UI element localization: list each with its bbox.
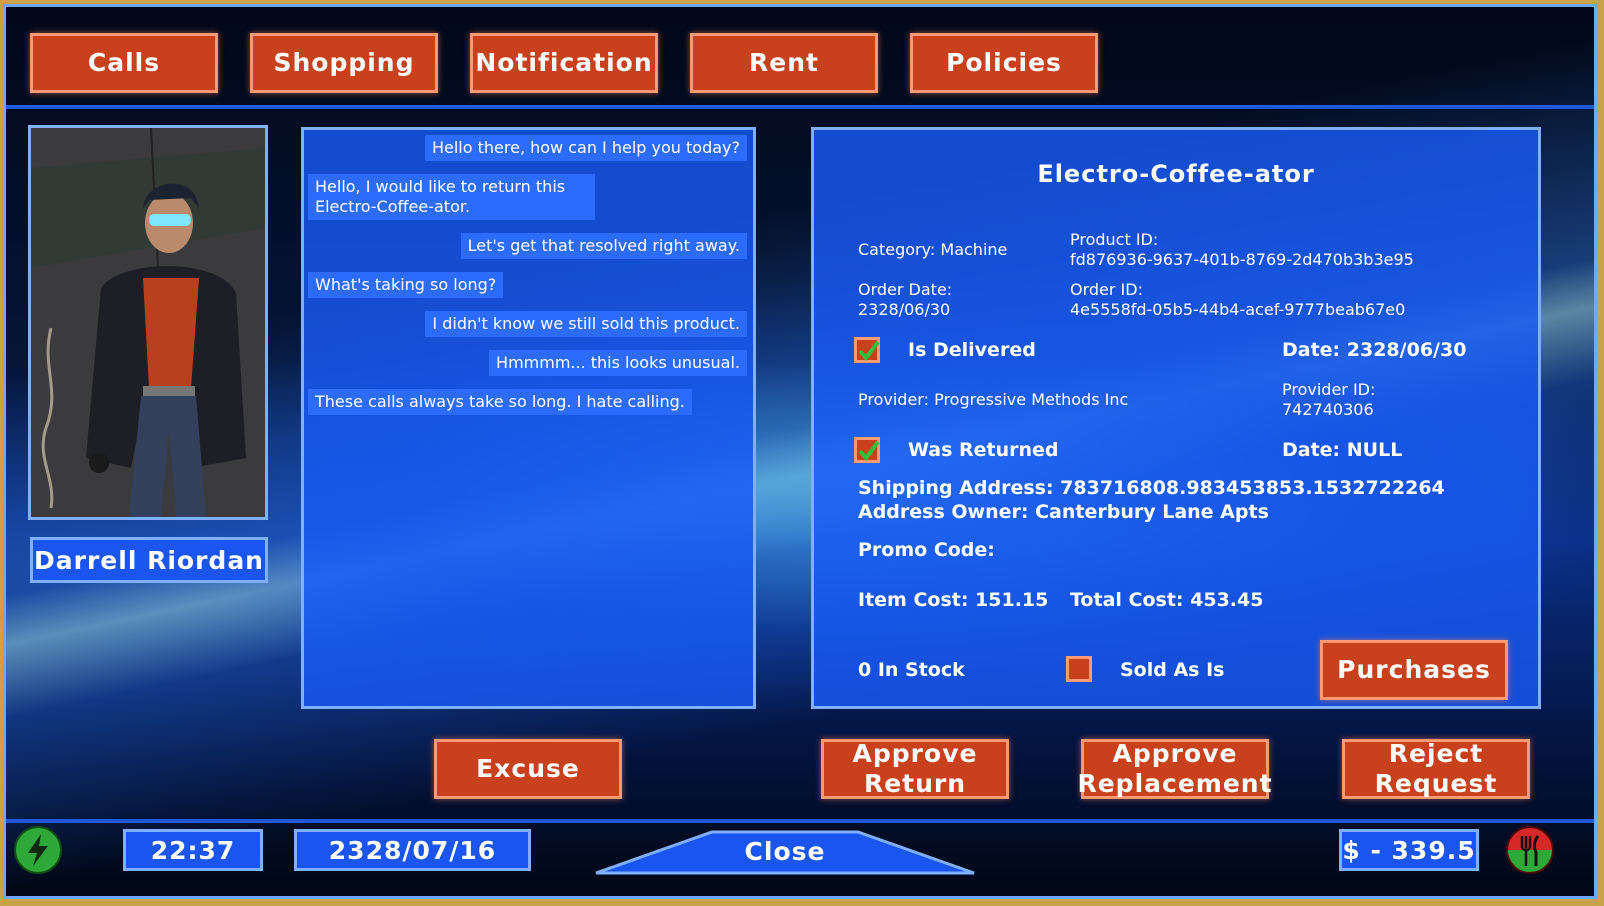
was-returned-label: Was Returned bbox=[908, 439, 1059, 461]
approve-return-button[interactable]: Approve Return bbox=[821, 739, 1009, 799]
approve-return-label: Approve Return bbox=[852, 739, 978, 798]
caller-portrait-illustration bbox=[31, 128, 265, 517]
promo-code: Promo Code: bbox=[858, 539, 995, 561]
lightning-icon bbox=[28, 834, 48, 866]
nav-shopping-button[interactable]: Shopping bbox=[250, 33, 438, 93]
approve-replacement-label: Approve Replacement bbox=[1077, 739, 1273, 798]
date-display: 2328/07/16 bbox=[294, 829, 531, 871]
check-icon bbox=[858, 440, 880, 462]
stock-count: 0 In Stock bbox=[858, 659, 965, 681]
clock-time: 22:37 bbox=[150, 835, 236, 865]
returned-date: Date: NULL bbox=[1282, 439, 1403, 461]
product-id: Product ID: fd876936-9637-401b-8769-2d47… bbox=[1070, 230, 1414, 269]
hunger-status[interactable] bbox=[1506, 826, 1554, 874]
excuse-label: Excuse bbox=[476, 754, 580, 783]
close-button[interactable]: Close bbox=[594, 829, 976, 875]
order-date: Order Date: 2328/06/30 bbox=[858, 280, 953, 319]
chat-message: Hmmmm... this looks unusual. bbox=[489, 350, 747, 376]
order-id: Order ID: 4e5558fd-05b5-44b4-acef-9777be… bbox=[1070, 280, 1406, 319]
reject-request-button[interactable]: Reject Request bbox=[1342, 739, 1530, 799]
clock-display: 22:37 bbox=[123, 829, 263, 871]
address-owner: Address Owner: Canterbury Lane Apts bbox=[858, 501, 1269, 523]
sold-as-is-checkbox[interactable] bbox=[1066, 656, 1092, 682]
total-cost: Total Cost: 453.45 bbox=[1070, 589, 1264, 611]
purchases-button[interactable]: Purchases bbox=[1320, 640, 1508, 700]
top-divider bbox=[6, 105, 1594, 109]
nav-label: Policies bbox=[946, 48, 1062, 77]
current-date: 2328/07/16 bbox=[328, 835, 497, 865]
nav-label: Calls bbox=[87, 48, 161, 77]
caller-name: Darrell Riordan bbox=[34, 545, 264, 575]
product-title: Electro-Coffee-ator bbox=[1037, 160, 1315, 188]
money-display: $ - 339.5 bbox=[1339, 829, 1479, 871]
sold-as-is-label: Sold As Is bbox=[1120, 659, 1225, 681]
nav-label: Shopping bbox=[273, 48, 415, 77]
is-delivered-label: Is Delivered bbox=[908, 339, 1036, 361]
chat-panel: Hello there, how can I help you today? H… bbox=[301, 127, 756, 709]
was-returned-checkbox[interactable] bbox=[854, 437, 880, 463]
chat-message: Hello there, how can I help you today? bbox=[424, 135, 747, 161]
caller-name-plate: Darrell Riordan bbox=[30, 537, 268, 583]
purchases-label: Purchases bbox=[1337, 655, 1491, 684]
chat-message: These calls always take so long. I hate … bbox=[308, 389, 692, 415]
chat-message: Let's get that resolved right away. bbox=[460, 233, 747, 259]
is-delivered-checkbox[interactable] bbox=[854, 337, 880, 363]
product-details-panel: Electro-Coffee-ator Category: Machine Pr… bbox=[811, 127, 1541, 709]
delivered-date: Date: 2328/06/30 bbox=[1282, 339, 1467, 361]
nav-policies-button[interactable]: Policies bbox=[910, 33, 1098, 93]
nav-notification-button[interactable]: Notification bbox=[470, 33, 658, 93]
provider-name: Provider: Progressive Methods Inc bbox=[858, 390, 1129, 409]
chat-message: I didn't know we still sold this product… bbox=[425, 311, 747, 337]
excuse-button[interactable]: Excuse bbox=[434, 739, 622, 799]
caller-portrait bbox=[28, 125, 268, 520]
food-icon bbox=[1520, 835, 1540, 866]
nav-label: Notification bbox=[475, 48, 653, 77]
chat-message: Hello, I would like to return this Elect… bbox=[308, 174, 595, 220]
energy-status[interactable] bbox=[14, 826, 62, 874]
nav-label: Rent bbox=[749, 48, 819, 77]
check-icon bbox=[858, 340, 880, 362]
provider-id: Provider ID: 742740306 bbox=[1282, 380, 1376, 419]
chat-message: What's taking so long? bbox=[308, 272, 504, 298]
shipping-address: Shipping Address: 783716808.983453853.15… bbox=[858, 477, 1445, 499]
close-label: Close bbox=[744, 837, 826, 866]
nav-calls-button[interactable]: Calls bbox=[30, 33, 218, 93]
item-cost: Item Cost: 151.15 bbox=[858, 589, 1049, 611]
money-balance: $ - 339.5 bbox=[1342, 835, 1476, 865]
product-category: Category: Machine bbox=[858, 240, 1008, 259]
approve-replacement-button[interactable]: Approve Replacement bbox=[1077, 739, 1272, 799]
reject-request-label: Reject Request bbox=[1374, 739, 1498, 798]
game-screen: Calls Shopping Notification Rent Policie… bbox=[3, 4, 1597, 899]
bottom-divider bbox=[6, 819, 1594, 823]
nav-rent-button[interactable]: Rent bbox=[690, 33, 878, 93]
